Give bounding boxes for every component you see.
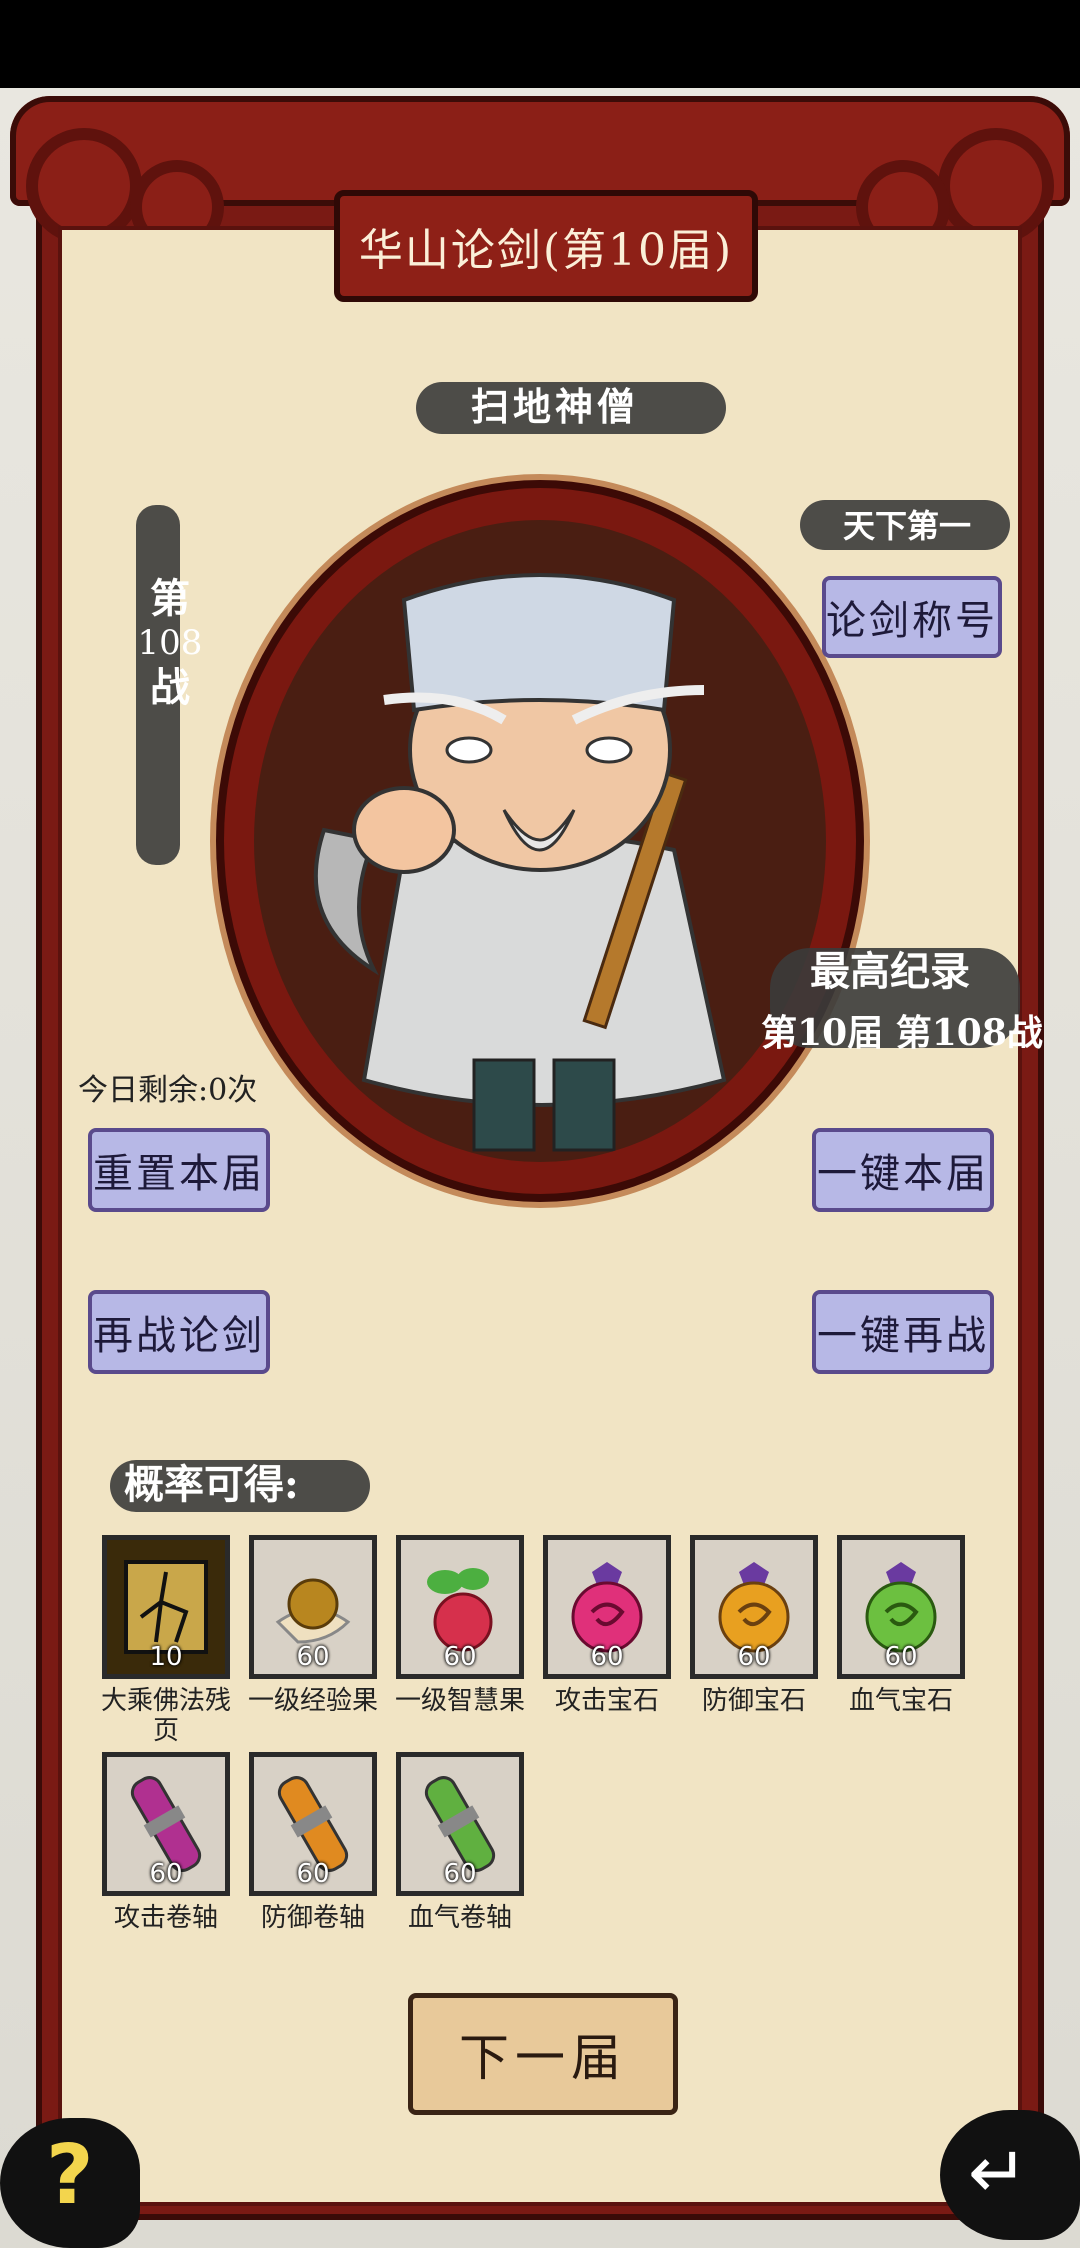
back-icon: ↵	[968, 2130, 1029, 2214]
reward-item[interactable]: 60 防御卷轴	[249, 1752, 377, 1934]
exp-fruit-icon: 60	[249, 1535, 377, 1679]
vitality-gem-icon: 60	[837, 1535, 965, 1679]
opponent-name: 扫地神僧	[470, 383, 639, 429]
battle-suffix: 战	[150, 663, 190, 711]
reward-item[interactable]: 60 攻击宝石	[543, 1535, 671, 1717]
rechallenge-button[interactable]: 再战论剑	[88, 1290, 270, 1374]
title-button[interactable]: 论剑称号	[822, 576, 1002, 658]
defense-scroll-icon: 60	[249, 1752, 377, 1896]
ornament-left	[26, 128, 142, 244]
attack-scroll-icon: 60	[102, 1752, 230, 1896]
reward-item[interactable]: 60 血气卷轴	[396, 1752, 524, 1934]
opponent-portrait	[254, 520, 826, 1162]
rewards-label: 概率可得:	[124, 1461, 299, 1508]
wisdom-fruit-icon: 60	[396, 1535, 524, 1679]
battle-counter: 第 108 战	[128, 505, 212, 865]
reward-item[interactable]: 60 攻击卷轴	[102, 1752, 230, 1934]
reward-item[interactable]: 60 一级智慧果	[395, 1535, 525, 1717]
one-click-again-button[interactable]: 一键再战	[812, 1290, 994, 1374]
reset-button[interactable]: 重置本届	[88, 1128, 270, 1212]
battle-prefix: 第	[150, 575, 190, 622]
status-bar	[0, 0, 1080, 88]
vitality-scroll-icon: 60	[396, 1752, 524, 1896]
attack-gem-icon: 60	[543, 1535, 671, 1679]
page-title: 华山论剑(第10届)	[334, 190, 758, 302]
reward-item[interactable]: 60 血气宝石	[837, 1535, 965, 1717]
one-click-current-button[interactable]: 一键本届	[812, 1128, 994, 1212]
reward-item[interactable]: 60 防御宝石	[690, 1535, 818, 1717]
remaining-attempts: 今日剩余:0次	[78, 1073, 258, 1108]
rank-tag: 天下第一	[842, 507, 971, 545]
defense-gem-icon: 60	[690, 1535, 818, 1679]
cracked-scroll-icon: 10	[102, 1535, 230, 1679]
next-season-button[interactable]: 下一届	[408, 1993, 678, 2115]
monk-portrait-icon	[313, 573, 727, 1152]
record-label: 最高纪录	[810, 948, 970, 995]
ornament-right	[938, 128, 1054, 244]
reward-item[interactable]: 10 大乘佛法残页	[101, 1535, 231, 1747]
help-icon: ?	[46, 2128, 94, 2223]
reward-item[interactable]: 60 一级经验果	[248, 1535, 378, 1717]
record-value: 第10届 第108战	[761, 1012, 1043, 1054]
battle-number: 108	[137, 623, 203, 663]
